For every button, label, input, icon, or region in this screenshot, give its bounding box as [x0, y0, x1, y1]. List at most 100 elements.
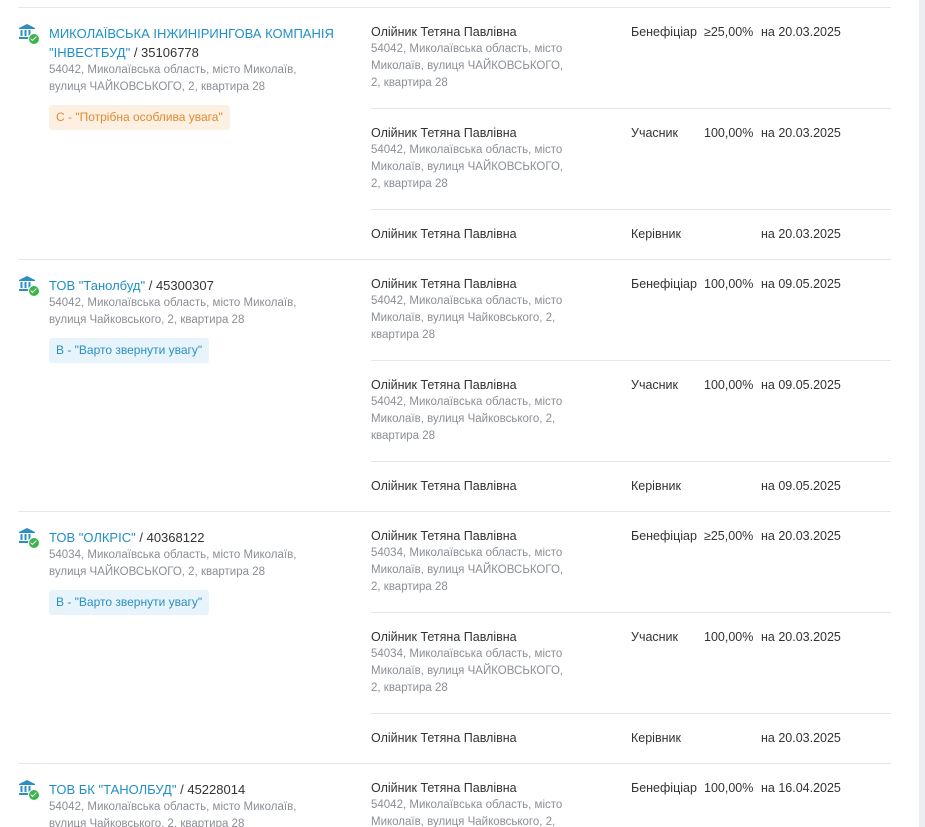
company-summary: ТОВ БК "ТАНОЛБУД" / 45228014 54042, Мико… — [18, 764, 371, 827]
person: Олійник Тетяна Павлівна 54034, Миколаївс… — [371, 629, 631, 713]
related-companies-list: МИКОЛАЇВСЬКА ІНЖИНІРИНГОВА КОМПАНІЯ "ІНВ… — [18, 7, 891, 827]
company-roles: Олійник Тетяна Павлівна 54042, Миколаївс… — [371, 8, 891, 259]
company-info: ТОВ "ОЛКРІС" / 40368122 54034, Миколаївс… — [49, 528, 371, 763]
share-value: 100,00% — [704, 378, 754, 392]
verified-check-icon — [28, 33, 40, 45]
person-name: Олійник Тетяна Павлівна — [371, 227, 517, 241]
role-label: Бенефіціар — [631, 781, 697, 795]
role-row: Олійник Тетяна Павлівна 54042, Миколаївс… — [371, 764, 891, 827]
company-roles: Олійник Тетяна Павлівна 54042, Миколаївс… — [371, 260, 891, 511]
role-label: Бенефіціар — [631, 277, 697, 291]
building-icon — [18, 780, 49, 801]
role-row: Олійник Тетяна Павлівна Керівник на 09.0… — [371, 462, 891, 511]
person-address: 54034, Миколаївська область, місто Микол… — [371, 648, 564, 694]
share-value: ≥25,00% — [704, 25, 754, 39]
company-address: 54034, Миколаївська область, місто Микол… — [49, 549, 297, 578]
date-value: на 09.05.2025 — [761, 277, 841, 291]
role-row: Олійник Тетяна Павлівна 54034, Миколаївс… — [371, 512, 891, 613]
verified-check-icon — [28, 537, 40, 549]
verified-check-icon — [28, 285, 40, 297]
company-row: ТОВ "Танолбуд" / 45300307 54042, Миколаї… — [18, 260, 891, 512]
company-code: 45300307 — [155, 278, 214, 293]
person-name: Олійник Тетяна Павлівна — [371, 731, 517, 745]
person: Олійник Тетяна Павлівна 54042, Миколаївс… — [371, 780, 631, 827]
company-row: ТОВ "ОЛКРІС" / 40368122 54034, Миколаївс… — [18, 512, 891, 764]
company-info: МИКОЛАЇВСЬКА ІНЖИНІРИНГОВА КОМПАНІЯ "ІНВ… — [49, 24, 371, 259]
company-address: 54042, Миколаївська область, місто Микол… — [49, 801, 297, 827]
person: Олійник Тетяна Павлівна 54042, Миколаївс… — [371, 125, 631, 209]
company-title-line: МИКОЛАЇВСЬКА ІНЖИНІРИНГОВА КОМПАНІЯ "ІНВ… — [49, 24, 371, 62]
person-name: Олійник Тетяна Павлівна — [371, 277, 517, 291]
person: Олійник Тетяна Павлівна — [371, 478, 631, 511]
person: Олійник Тетяна Павлівна 54042, Миколаївс… — [371, 377, 631, 461]
person-address: 54042, Миколаївська область, місто Микол… — [371, 43, 564, 89]
person-name: Олійник Тетяна Павлівна — [371, 781, 517, 795]
scrollbar[interactable] — [919, 0, 925, 827]
building-icon — [18, 24, 49, 45]
company-address: 54042, Миколаївська область, місто Микол… — [49, 64, 297, 93]
company-code-separator: / — [139, 530, 147, 545]
person-name: Олійник Тетяна Павлівна — [371, 479, 517, 493]
person-address: 54042, Миколаївська область, місто Микол… — [371, 295, 563, 341]
person-name: Олійник Тетяна Павлівна — [371, 378, 517, 392]
company-code-separator: / — [148, 278, 156, 293]
role-row: Олійник Тетяна Павлівна 54042, Миколаївс… — [371, 361, 891, 462]
share-value: 100,00% — [704, 277, 754, 291]
company-title-line: ТОВ "ОЛКРІС" / 40368122 — [49, 528, 371, 547]
date-value: на 20.03.2025 — [761, 126, 841, 140]
role-label: Керівник — [631, 227, 681, 241]
role-label: Керівник — [631, 731, 681, 745]
company-summary: МИКОЛАЇВСЬКА ІНЖИНІРИНГОВА КОМПАНІЯ "ІНВ… — [18, 8, 371, 259]
company-row: МИКОЛАЇВСЬКА ІНЖИНІРИНГОВА КОМПАНІЯ "ІНВ… — [18, 8, 891, 260]
share-value: 100,00% — [704, 630, 754, 644]
person-name: Олійник Тетяна Павлівна — [371, 25, 517, 39]
company-summary: ТОВ "ОЛКРІС" / 40368122 54034, Миколаївс… — [18, 512, 371, 763]
date-value: на 09.05.2025 — [761, 378, 841, 392]
role-row: Олійник Тетяна Павлівна Керівник на 20.0… — [371, 714, 891, 763]
role-label: Учасник — [631, 630, 679, 644]
date-value: на 20.03.2025 — [761, 731, 841, 745]
date-value: на 20.03.2025 — [761, 25, 841, 39]
person-address: 54034, Миколаївська область, місто Микол… — [371, 547, 564, 593]
person: Олійник Тетяна Павлівна — [371, 226, 631, 259]
share-value — [704, 730, 761, 763]
date-value: на 09.05.2025 — [761, 479, 841, 493]
building-icon — [18, 528, 49, 549]
role-label: Учасник — [631, 378, 679, 392]
company-info: ТОВ "Танолбуд" / 45300307 54042, Миколаї… — [49, 276, 371, 511]
share-value: ≥25,00% — [704, 529, 754, 543]
person: Олійник Тетяна Павлівна 54042, Миколаївс… — [371, 276, 631, 360]
company-title-line: ТОВ БК "ТАНОЛБУД" / 45228014 — [49, 780, 371, 799]
company-code-separator: / — [133, 45, 142, 60]
date-value: на 20.03.2025 — [761, 227, 841, 241]
company-name-link[interactable]: ТОВ БК "ТАНОЛБУД" — [49, 782, 176, 797]
risk-badge: В - "Варто звернути увагу" — [49, 590, 210, 615]
person-address: 54042, Миколаївська область, місто Микол… — [371, 799, 563, 827]
company-code: 40368122 — [146, 530, 205, 545]
role-label: Учасник — [631, 126, 679, 140]
role-row: Олійник Тетяна Павлівна 54042, Миколаївс… — [371, 260, 891, 361]
share-value: 100,00% — [704, 126, 754, 140]
company-name-link[interactable]: ТОВ "ОЛКРІС" — [49, 530, 136, 545]
person: Олійник Тетяна Павлівна — [371, 730, 631, 763]
company-code: 45228014 — [187, 782, 246, 797]
share-value: 100,00% — [704, 781, 754, 795]
person-name: Олійник Тетяна Павлівна — [371, 529, 517, 543]
date-value: на 20.03.2025 — [761, 630, 841, 644]
role-row: Олійник Тетяна Павлівна 54042, Миколаївс… — [371, 8, 891, 109]
company-name-link[interactable]: ТОВ "Танолбуд" — [49, 278, 145, 293]
role-label: Бенефіціар — [631, 529, 697, 543]
date-value: на 16.04.2025 — [761, 781, 841, 795]
role-label: Бенефіціар — [631, 25, 697, 39]
person-address: 54042, Миколаївська область, місто Микол… — [371, 396, 563, 442]
person: Олійник Тетяна Павлівна 54042, Миколаївс… — [371, 24, 631, 108]
person: Олійник Тетяна Павлівна 54034, Миколаївс… — [371, 528, 631, 612]
role-row: Олійник Тетяна Павлівна 54034, Миколаївс… — [371, 613, 891, 714]
company-roles: Олійник Тетяна Павлівна 54034, Миколаївс… — [371, 512, 891, 763]
person-address: 54042, Миколаївська область, місто Микол… — [371, 144, 564, 190]
company-title-line: ТОВ "Танолбуд" / 45300307 — [49, 276, 371, 295]
role-label: Керівник — [631, 479, 681, 493]
building-icon — [18, 276, 49, 297]
related-companies-page: МИКОЛАЇВСЬКА ІНЖИНІРИНГОВА КОМПАНІЯ "ІНВ… — [0, 0, 925, 827]
company-info: ТОВ БК "ТАНОЛБУД" / 45228014 54042, Мико… — [49, 780, 371, 827]
